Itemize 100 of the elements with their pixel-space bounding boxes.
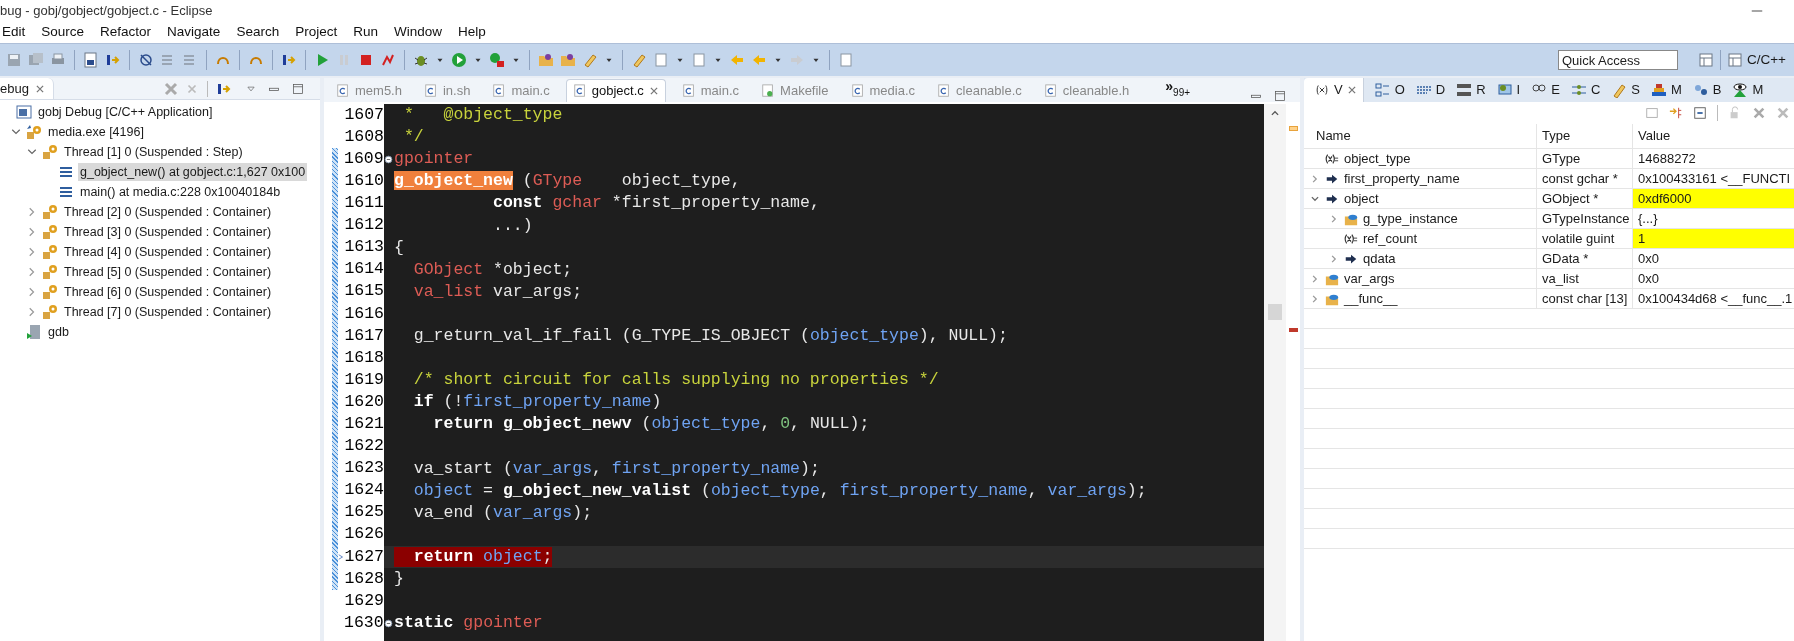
view-tab[interactable]: O [1374,78,1405,102]
variable-name[interactable]: first_property_name [1344,169,1460,189]
c-file-icon [1043,83,1058,98]
menu-item[interactable]: Search [236,22,280,43]
document-icon[interactable] [653,52,669,68]
menu-item[interactable]: Window [393,22,442,43]
maximize-icon[interactable] [1274,90,1286,102]
cross-icon[interactable] [163,80,179,97]
c-file-icon [937,83,952,98]
tree-item[interactable]: Thread [3] 0 (Suspended : Container) [62,222,274,242]
document-icon[interactable] [838,52,854,68]
terminal-icon [26,324,42,340]
menu-item[interactable]: Navigate [167,22,221,43]
new-window-icon[interactable] [1697,52,1714,68]
scroll-thumb[interactable] [1268,304,1282,320]
variable-name[interactable]: qdata [1363,249,1396,269]
line-number: 1616 [344,302,384,325]
scroll-up-icon[interactable] [1270,108,1280,118]
collapse-all-icon[interactable] [1693,106,1707,120]
view-tab[interactable]: R [1456,78,1486,102]
close-icon[interactable] [1346,85,1357,95]
no-sign-icon[interactable] [138,52,154,68]
run-icon[interactable] [451,52,467,68]
document-icon[interactable] [691,52,707,68]
pencil-icon[interactable] [582,52,598,68]
line-number: 1608 [344,125,384,148]
tree-item[interactable]: gdb [46,322,71,342]
collapse-icon[interactable] [383,618,393,628]
quick-access-field[interactable]: Quick Access [1557,50,1678,70]
editor-tab[interactable]: gobject.c [565,79,666,102]
variable-name[interactable]: var_args [1344,269,1395,289]
c-file-icon [1726,52,1743,68]
column-header[interactable]: Type [1536,124,1632,148]
perspective-button[interactable]: C/C++ [1726,49,1788,71]
maximize-icon[interactable] [292,82,304,95]
variable-name[interactable]: object_type [1344,149,1411,169]
view-tab[interactable]: ebug [0,78,54,99]
zigzag-icon[interactable] [380,52,396,68]
code-line: object = g_object_new_valist (object_type, first_property_name, var_args); [412,480,1147,501]
view-tab[interactable]: E [1531,78,1560,102]
variable-name[interactable]: g_type_instance [1363,209,1458,229]
layout-icon[interactable] [1645,106,1659,120]
chevron-right-icon[interactable] [1329,253,1339,264]
folder-icon[interactable] [538,52,554,68]
cross-icon[interactable] [1752,106,1766,120]
binary-file-icon[interactable] [83,52,99,68]
variable-name[interactable]: object [1344,189,1379,209]
tree-item[interactable]: main() at media.c:228 0x10040184b [78,182,283,202]
chevron-right-icon[interactable] [1310,173,1320,184]
chevron-right-icon[interactable] [1329,213,1339,224]
variable-name[interactable]: ref_count [1363,229,1418,249]
save-all-icon[interactable] [28,52,44,68]
tree-item[interactable]: Thread [1] 0 (Suspended : Step) [62,142,245,162]
pencil-icon [1611,82,1628,98]
collapse-icon[interactable] [383,154,393,164]
pencil-icon[interactable] [631,52,647,68]
view-tab[interactable]: M [1732,78,1764,102]
folder-icon[interactable] [560,52,576,68]
tree-arrow-icon[interactable] [1669,106,1683,120]
code-editor[interactable] [384,104,1264,641]
c-file-icon [572,84,587,98]
chevron-right-icon[interactable] [1310,273,1320,284]
line-number: 1610 [344,169,384,192]
menu-item[interactable]: Edit [2,22,26,43]
column-header[interactable]: Value [1632,124,1794,148]
close-icon[interactable] [34,83,45,94]
view-tab[interactable]: B [1692,78,1722,102]
view-tab[interactable]: C [1570,78,1601,102]
tree-item[interactable]: media.exe [4196] [46,122,146,142]
variable-icon [1343,231,1359,246]
close-icon[interactable] [648,86,659,96]
view-tab[interactable]: D [1415,78,1446,102]
tree-item[interactable]: Thread [6] 0 (Suspended : Container) [62,282,274,302]
stop-icon[interactable] [358,52,374,68]
view-tab[interactable]: I [1496,78,1521,102]
tree-item[interactable]: Thread [7] 0 (Suspended : Container) [62,302,274,322]
view-tab[interactable]: V [1304,78,1364,102]
menu-item[interactable]: Refactor [100,22,152,43]
menu-item[interactable]: Run [353,22,378,43]
c-file-icon [850,83,865,98]
view-tab[interactable]: M [1650,78,1682,102]
variable-name[interactable]: __func__ [1344,289,1398,309]
cross-icon[interactable] [1776,106,1790,120]
tree-item[interactable]: Thread [2] 0 (Suspended : Container) [62,202,274,222]
eye-icon [1732,82,1749,98]
step-arrow-icon[interactable] [105,52,121,68]
chevron-right-icon[interactable] [1310,293,1320,304]
table-cell: const gchar * [1536,169,1632,189]
menu-item[interactable]: Help [457,22,486,43]
save-icon[interactable] [6,52,22,68]
run-stop-icon[interactable] [489,52,505,68]
step-arrow-icon[interactable] [281,52,297,68]
tree-item[interactable]: g_object_new() at gobject.c:1,627 0x100 [78,162,308,182]
menu-item[interactable]: Project [295,22,338,43]
view-tab[interactable]: S [1611,78,1640,102]
tree-item[interactable]: gobj Debug [C/C++ Application] [36,102,215,122]
menu-item[interactable]: Source [41,22,85,43]
tree-item[interactable]: Thread [4] 0 (Suspended : Container) [62,242,274,262]
column-header[interactable]: Name [1304,124,1536,148]
tree-item[interactable]: Thread [5] 0 (Suspended : Container) [62,262,274,282]
